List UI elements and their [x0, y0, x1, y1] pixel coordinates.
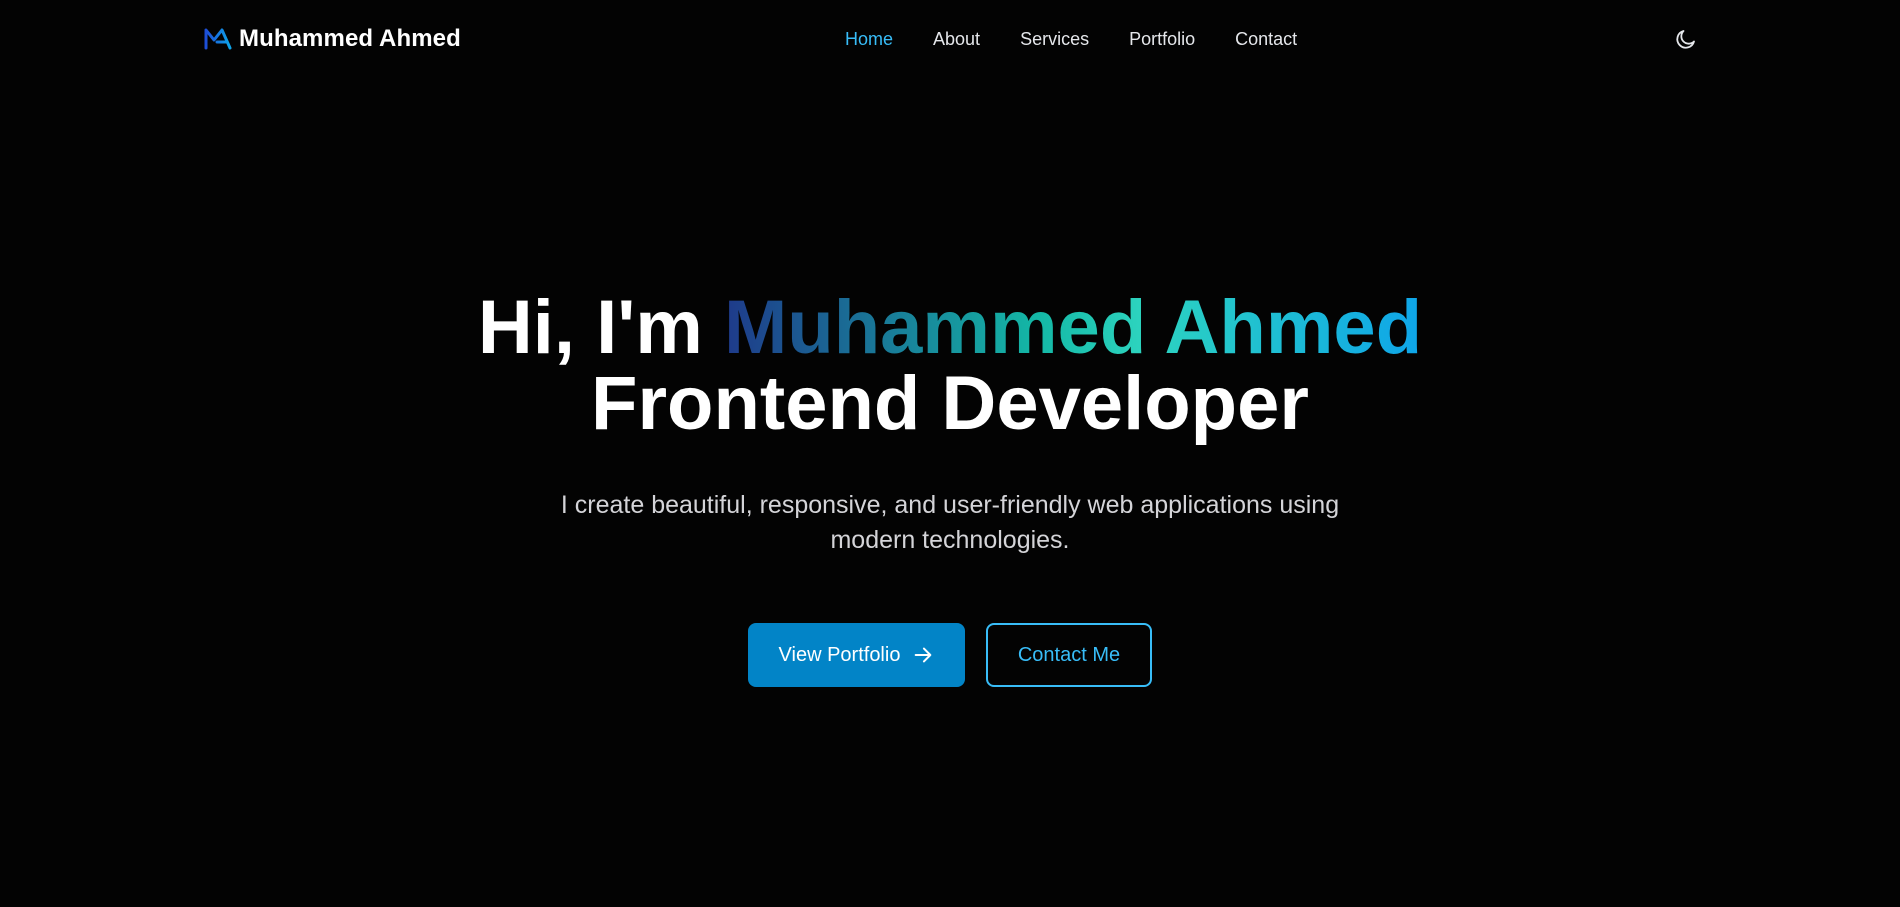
hero-title-line-1: Hi, I'm Muhammed Ahmed [0, 290, 1900, 366]
nav-link-services[interactable]: Services [1020, 29, 1089, 50]
arrow-right-icon [915, 647, 932, 663]
moon-icon [1676, 30, 1695, 49]
hero-greeting: Hi, I'm [477, 285, 703, 370]
nav-link-about[interactable]: About [933, 29, 980, 50]
theme-toggle-button[interactable] [1673, 26, 1699, 52]
nav-link-contact[interactable]: Contact [1235, 29, 1297, 50]
nav-menu: Home About Services Portfolio Contact [845, 28, 1297, 50]
hero-description: I create beautiful, responsive, and user… [560, 491, 1340, 554]
hero-section: Hi, I'm Muhammed Ahmed Frontend Develope… [0, 290, 1900, 558]
hero-buttons: View Portfolio Contact Me [0, 623, 1900, 687]
nav-link-portfolio[interactable]: Portfolio [1129, 29, 1195, 50]
brand-link[interactable]: Muhammed Ahmed [203, 24, 461, 54]
hero-name: Muhammed Ahmed [723, 285, 1423, 370]
brand-name: Muhammed Ahmed [239, 25, 461, 52]
hero-title: Hi, I'm Muhammed Ahmed Frontend Develope… [0, 290, 1900, 442]
view-portfolio-button[interactable]: View Portfolio [748, 623, 965, 687]
hero-role: Frontend Developer [591, 361, 1309, 446]
ma-monogram-icon [204, 28, 232, 50]
contact-me-button[interactable]: Contact Me [986, 623, 1152, 687]
nav-link-home[interactable]: Home [845, 29, 893, 50]
navbar: Muhammed Ahmed Home About Services Portf… [0, 0, 1900, 78]
view-portfolio-label: View Portfolio [778, 643, 901, 666]
